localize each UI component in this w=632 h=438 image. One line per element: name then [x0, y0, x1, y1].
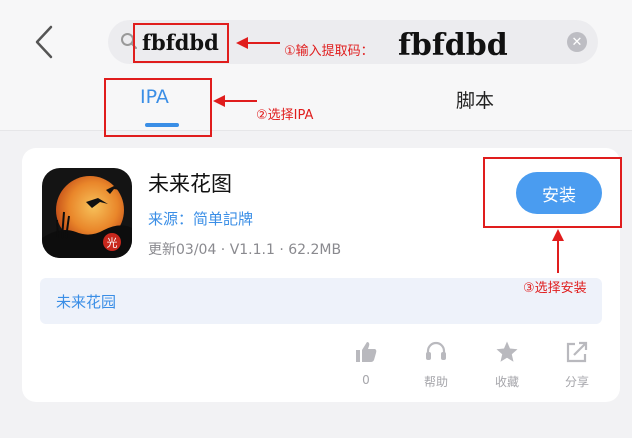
tab-script[interactable]: 脚本: [456, 86, 494, 113]
annotation-box-ipa: [104, 78, 212, 137]
annotation-code: fbfdbd: [398, 28, 508, 63]
favorite-button[interactable]: 收藏: [485, 340, 529, 390]
app-name: 未来花图: [148, 172, 232, 196]
annotation-step3: ③选择安装: [523, 281, 587, 296]
share-label: 分享: [564, 375, 589, 389]
header: ✕ IPA 脚本: [0, 0, 632, 131]
app-description-box: 未来花园: [40, 278, 602, 324]
like-button[interactable]: 0: [344, 340, 388, 387]
annotation-step1: ①输入提取码：: [284, 44, 374, 59]
star-icon: [496, 341, 518, 362]
arrow-left-icon: [213, 95, 257, 107]
headset-icon: [426, 341, 446, 360]
like-count: 0: [362, 373, 370, 387]
app-icon[interactable]: 光: [42, 168, 132, 258]
back-button[interactable]: [24, 22, 64, 62]
favorite-label: 收藏: [494, 375, 519, 389]
help-label: 帮助: [423, 375, 448, 389]
close-circle-icon[interactable]: ✕: [567, 32, 587, 52]
arrow-up-icon: [552, 229, 564, 273]
share-button[interactable]: 分享: [555, 340, 599, 390]
app-icon-badge: 光: [107, 236, 118, 250]
app-description: 未来花园: [56, 293, 117, 311]
annotation-box-install: [483, 157, 622, 228]
arrow-left-icon: [236, 37, 280, 49]
thumbs-up-icon: [356, 342, 377, 362]
share-icon: [566, 341, 588, 363]
app-source[interactable]: 来源：简单記牌: [148, 208, 253, 229]
annotation-box-code: [133, 23, 229, 63]
help-button[interactable]: 帮助: [414, 340, 458, 390]
app-meta: 更新03/04 · V1.1.1 · 62.2MB: [148, 242, 342, 258]
chevron-left-icon: [35, 25, 53, 59]
annotation-step2: ②选择IPA: [256, 108, 314, 123]
